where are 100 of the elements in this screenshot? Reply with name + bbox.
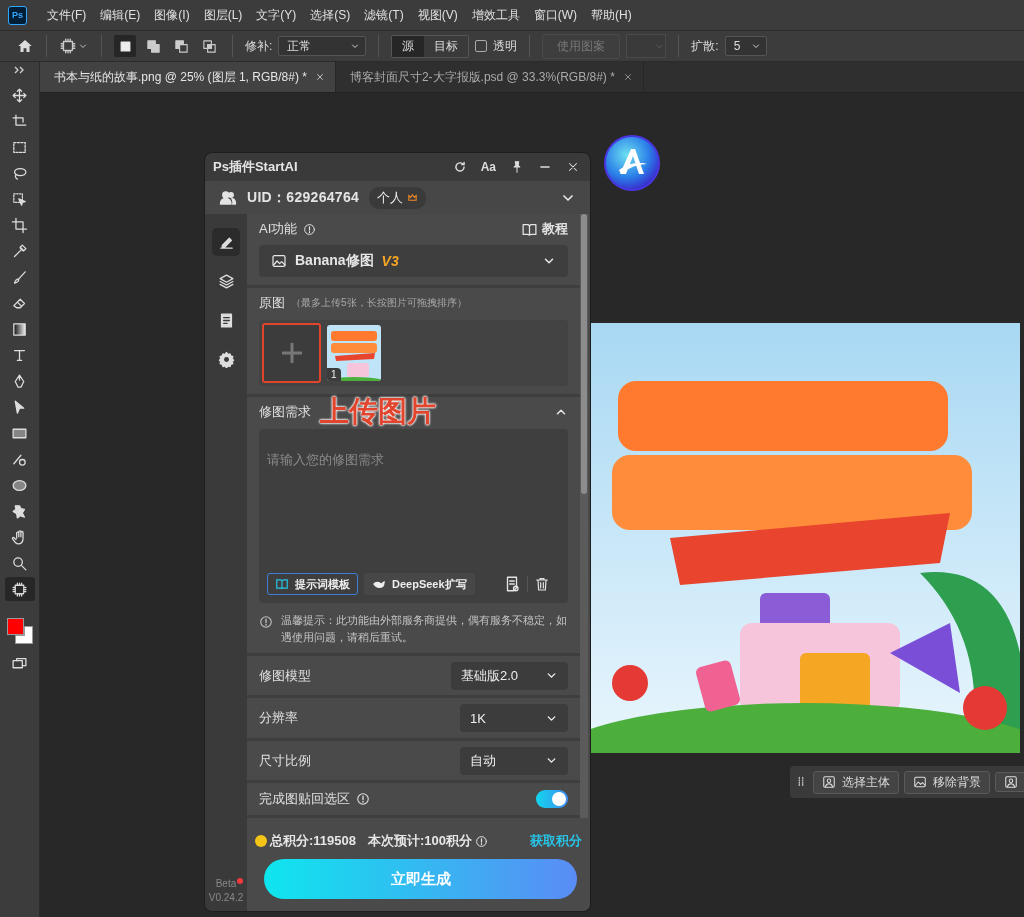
setting-select[interactable]: 基础版2.0 [451, 661, 568, 690]
task-bar-button[interactable] [995, 772, 1024, 792]
setting-label: 修图模型 [259, 666, 311, 685]
settings-icon [217, 350, 235, 368]
crop-icon [11, 216, 28, 234]
image-icon [271, 253, 287, 269]
diffusion-select[interactable]: 5 [724, 36, 767, 56]
menu-item[interactable]: 编辑(E) [94, 3, 147, 27]
menu-item[interactable]: 图像(I) [148, 3, 196, 27]
task-bar-button[interactable]: 选择主体 [813, 770, 899, 794]
notice-text: 温馨提示：此功能由外部服务商提供，偶有服务不稳定，如遇使用问题，请稍后重试。 [281, 613, 568, 645]
feature-select[interactable]: Banana修图 V3 [259, 245, 568, 277]
patch-label: 修补: [245, 37, 273, 55]
total-points: 总积分:119508 [270, 832, 356, 850]
menu-item[interactable]: 滤镜(T) [358, 3, 410, 27]
close-button[interactable] [566, 160, 580, 174]
star-shape-icon [11, 502, 28, 520]
annotation-label: 上传图片 [320, 396, 436, 428]
close-icon[interactable] [314, 72, 325, 82]
prompt-template-button[interactable]: 提示词模板 [267, 573, 358, 595]
menu-item[interactable]: 增效工具 [465, 3, 526, 27]
notification-dot [237, 878, 244, 884]
nav-button[interactable] [212, 228, 240, 256]
squares-add-icon [145, 38, 161, 54]
task-bar-button[interactable]: 移除背景 [904, 770, 990, 794]
segment-tab[interactable]: 源 [392, 35, 425, 57]
info-icon[interactable] [475, 834, 489, 848]
font-size-button[interactable]: Aa [480, 160, 496, 174]
pattern-swatch[interactable] [626, 34, 667, 58]
refresh-button[interactable] [452, 160, 467, 174]
patch-icon [11, 580, 28, 598]
patch-mode-select[interactable]: 正常 [278, 36, 367, 56]
selection-mode-button[interactable] [114, 35, 136, 57]
menu-item[interactable]: 文字(Y) [250, 3, 303, 27]
get-points-link[interactable]: 获取积分 [530, 832, 582, 850]
estimated-cost: 本次预计:100积分 [368, 832, 473, 850]
zoom-icon [11, 554, 28, 572]
assistant-orb-icon[interactable] [603, 134, 661, 192]
setting-label: 完成图贴回选区 [259, 790, 350, 809]
menu-item[interactable]: 选择(S) [304, 3, 357, 27]
squares-subtract-icon [173, 38, 189, 54]
menu-item[interactable]: 帮助(H) [585, 3, 638, 27]
setting-label: 分辨率 [259, 709, 298, 728]
image-index: 1 [327, 368, 341, 381]
toggle-switch[interactable] [536, 790, 568, 809]
gradient-icon [11, 320, 28, 338]
setting-select[interactable]: 自动 [460, 746, 568, 775]
upload-hint: （最多上传5张，长按图片可拖拽排序） [291, 296, 467, 310]
document-tab[interactable]: 书本与纸的故事.png @ 25% (图层 1, RGB/8#) * [40, 62, 336, 92]
crown-icon [407, 192, 419, 203]
brush-icon [11, 268, 28, 286]
image-icon [913, 775, 927, 789]
squares-intersect-icon [201, 38, 217, 54]
foreground-color-swatch[interactable] [6, 618, 24, 635]
add-image-button[interactable] [262, 323, 321, 383]
section-title: AI功能 [259, 220, 298, 238]
layers-icon [217, 272, 235, 290]
plus-icon [280, 342, 303, 364]
book-icon [275, 577, 289, 591]
tool-button[interactable] [4, 577, 35, 601]
info-icon[interactable] [356, 792, 370, 807]
expand-prompt-button[interactable]: DeepSeek扩写 [364, 573, 475, 595]
object-select-icon [11, 190, 28, 208]
menu-item[interactable]: 窗口(W) [527, 3, 583, 27]
coin-icon [255, 835, 267, 847]
square-icon [117, 38, 133, 54]
person-icon [1004, 775, 1018, 789]
setting-label: 尺寸比例 [259, 751, 311, 770]
checkbox[interactable] [475, 40, 488, 52]
scrollbar[interactable] [580, 214, 588, 818]
info-icon[interactable] [303, 222, 317, 236]
trash-icon[interactable] [534, 576, 550, 592]
patch-tool-icon[interactable] [59, 37, 77, 55]
info-icon [259, 615, 273, 629]
user-id: UID：629264764 [247, 188, 360, 207]
version-label: V0.24.2 [208, 892, 244, 903]
tutorial-link[interactable]: 教程 [521, 220, 568, 238]
menu-item[interactable]: 文件(F) [41, 3, 93, 27]
close-icon[interactable] [622, 72, 633, 82]
eyedropper-icon [11, 242, 28, 260]
users-icon [219, 188, 237, 207]
close-icon [566, 160, 580, 174]
menu-item[interactable]: 视图(V) [411, 3, 464, 27]
setting-select[interactable]: 1K [460, 704, 568, 733]
checkbox-label: 透明 [493, 37, 518, 55]
request-text-area[interactable]: 请输入您的修图需求 提示词模板 DeepSeek扩写 [259, 429, 568, 603]
plan-badge: 个人 [369, 186, 427, 209]
home-icon[interactable] [16, 37, 34, 55]
menu-item[interactable]: 图层(L) [197, 3, 249, 27]
diffusion-label: 扩散: [691, 37, 719, 55]
panel-title: Ps插件StartAI [213, 158, 299, 176]
document-tab[interactable]: 博客封面尺寸2-大字报版.psd @ 33.3%(RGB/8#) * [335, 62, 644, 92]
app-logo[interactable]: Ps [8, 5, 27, 25]
refresh-icon [452, 160, 467, 174]
section-title: 原图 [259, 294, 285, 312]
collapse-icon[interactable] [13, 66, 26, 74]
section-title: 修图需求 [259, 403, 311, 421]
beta-label: Beta [215, 878, 237, 889]
move-icon [11, 86, 28, 104]
background-color-swatch[interactable] [14, 626, 33, 644]
